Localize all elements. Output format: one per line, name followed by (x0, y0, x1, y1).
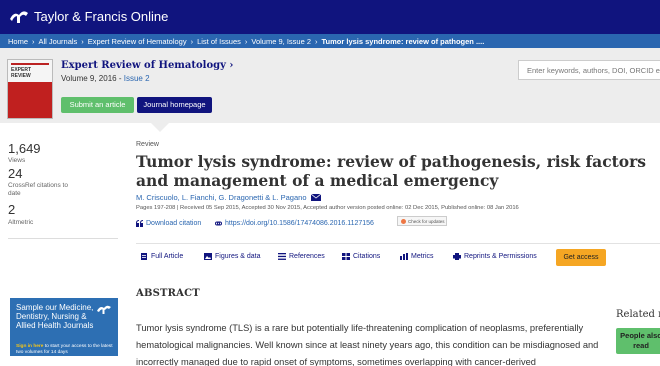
quote-icon (136, 220, 143, 227)
ad-headline: Sample our Medicine, Dentistry, Nursing … (16, 303, 94, 330)
breadcrumb-separator: › (190, 36, 194, 46)
tab-metrics[interactable]: Metrics (400, 253, 434, 260)
sample-journals-ad[interactable]: Sample our Medicine, Dentistry, Nursing … (10, 298, 118, 356)
envelope-icon[interactable] (310, 194, 321, 201)
breadcrumb-separator: › (81, 36, 84, 46)
metrics-divider (8, 238, 118, 239)
breadcrumb-separator: › (244, 36, 248, 46)
search-input[interactable] (518, 60, 660, 80)
check-updates-label: Check for updates (408, 218, 445, 224)
publication-history: Pages 197-208 | Received 05 Sep 2015, Ac… (136, 205, 519, 211)
article-type: Review (136, 141, 159, 148)
breadcrumb-list-of-issues[interactable]: List of Issues (197, 37, 241, 46)
views-count: 1,649 (8, 141, 41, 156)
breadcrumb-current-article: Tumor lysis syndrome: review of pathogen… (321, 36, 485, 46)
doi-text: https://doi.org/10.1586/17474086.2016.11… (225, 220, 374, 227)
authors-text[interactable]: M. Criscuolo, L. Fianchi, G. Dragonetti … (136, 193, 307, 202)
journal-title-link[interactable]: Expert Review of Hematology › (61, 60, 233, 71)
people-also-read-tab[interactable]: People also read (616, 328, 660, 354)
breadcrumb: Home › All Journals › Expert Review of H… (0, 34, 660, 48)
crossref-count: 24 (8, 166, 23, 181)
list-icon (278, 253, 286, 260)
tab-label: Metrics (411, 253, 434, 260)
download-citation-link[interactable]: Download citation (136, 220, 201, 227)
tab-label: Full Article (151, 253, 184, 260)
tab-reprints-permissions[interactable]: Reprints & Permissions (453, 253, 537, 260)
journal-cover-image[interactable]: EXPERT REVIEW (7, 59, 53, 119)
brand-text: Taylor & Francis Online (34, 8, 169, 24)
breadcrumb-separator: › (315, 36, 318, 46)
breadcrumb-journal[interactable]: Expert Review of Hematology (88, 37, 187, 46)
views-label: Views (8, 157, 26, 164)
cover-stripe (11, 63, 49, 65)
journal-homepage-button[interactable]: Journal homepage (137, 97, 212, 113)
article-title: Tumor lysis syndrome: review of pathogen… (136, 152, 647, 190)
link-icon (215, 221, 222, 226)
brand-logo-link[interactable]: Taylor & Francis Online (8, 7, 168, 25)
crossref-label: CrossRef citations to date (8, 182, 68, 197)
printer-icon (453, 253, 461, 260)
tf-logo-icon (97, 305, 111, 314)
tab-references[interactable]: References (278, 253, 325, 260)
related-research-heading: Related r (616, 309, 660, 320)
download-citation-label: Download citation (146, 220, 202, 227)
cover-red-block (8, 82, 52, 118)
journal-volume: Volume 9, 2016 - Issue 2 (61, 74, 150, 83)
ad-footer: Sign in here to start your access to the… (16, 344, 118, 355)
abstract-text: Tumor lysis syndrome (TLS) is a rare but… (136, 323, 599, 366)
tf-logo-icon (10, 11, 28, 23)
tab-label: Citations (353, 253, 381, 260)
tab-notch (151, 123, 169, 132)
tabs-top-divider (136, 243, 660, 244)
tab-full-article[interactable]: Full Article (140, 253, 183, 260)
image-icon (204, 253, 212, 260)
citations-icon (342, 253, 350, 260)
check-updates-button[interactable]: Check for updates (397, 216, 447, 226)
get-access-button[interactable]: Get access (556, 249, 606, 266)
tab-label: Figures & data (215, 253, 261, 260)
ad-sign-in-link[interactable]: Sign in here (16, 344, 43, 349)
top-header: Taylor & Francis Online (0, 0, 660, 34)
tab-label: References (289, 253, 325, 260)
volume-text: Volume 9, 2016 - (61, 74, 122, 83)
submit-article-button[interactable]: Submit an article (61, 97, 134, 113)
breadcrumb-all-journals[interactable]: All Journals (39, 37, 78, 46)
issue-link[interactable]: Issue 2 (124, 74, 150, 83)
altmetric-count[interactable]: 2 (8, 202, 15, 217)
breadcrumb-issue[interactable]: Volume 9, Issue 2 (251, 37, 311, 46)
altmetric-label: Altmetric (8, 219, 34, 226)
author-list: M. Criscuolo, L. Fianchi, G. Dragonetti … (136, 193, 321, 202)
tab-label: Reprints & Permissions (464, 253, 537, 260)
document-icon (141, 253, 147, 260)
breadcrumb-home[interactable]: Home (8, 37, 28, 46)
tab-figures-data[interactable]: Figures & data (204, 253, 261, 260)
cover-title: EXPERT REVIEW (11, 67, 32, 79)
breadcrumb-separator: › (32, 36, 35, 46)
tab-citations[interactable]: Citations (342, 253, 380, 260)
bar-chart-icon (400, 253, 408, 260)
crossmark-icon (401, 218, 406, 224)
doi-link[interactable]: https://doi.org/10.1586/17474086.2016.11… (215, 220, 374, 227)
abstract-heading: ABSTRACT (136, 288, 200, 299)
